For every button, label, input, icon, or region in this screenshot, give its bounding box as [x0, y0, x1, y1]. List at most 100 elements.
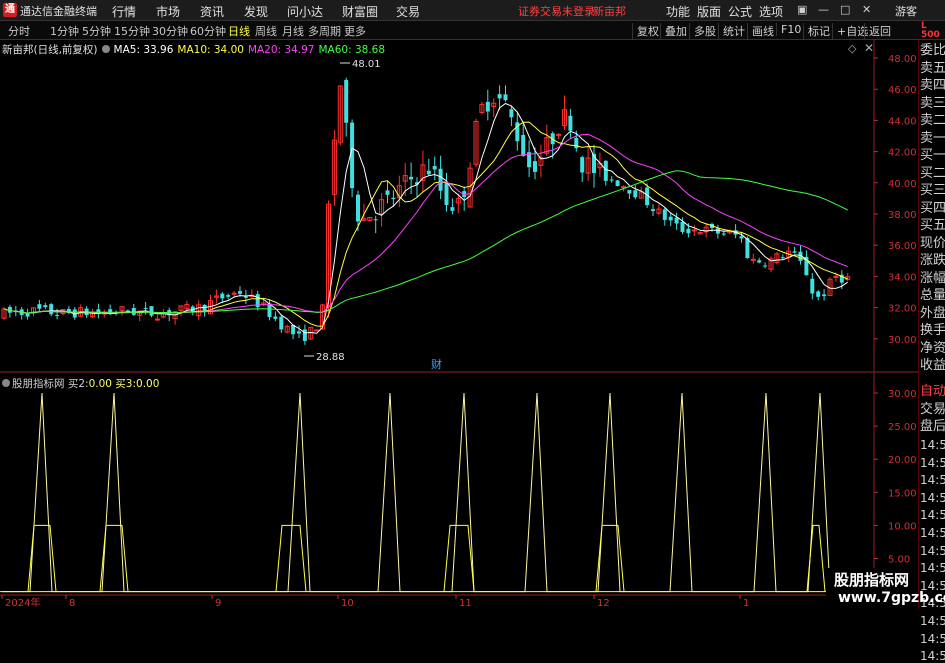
candle-body [763, 265, 768, 267]
quote-label: 买二 [920, 165, 945, 181]
candle-body [521, 134, 526, 157]
candle-body [792, 251, 797, 253]
candle-body [131, 308, 136, 315]
high-label: 48.01 [352, 59, 381, 70]
indicator-spike-line [2, 392, 872, 593]
tick-time: 14:5 [920, 455, 945, 470]
quote-trade-label[interactable]: 交易 [920, 403, 945, 417]
ind-y-tick-label: 30.00 [888, 389, 917, 400]
x-axis-label: 9 [215, 598, 221, 609]
main-y-tick-label: 36.00 [888, 241, 917, 252]
main-y-tick-label: 32.00 [888, 304, 917, 315]
quote-label: 买一 [920, 148, 945, 163]
quote-label: 卖三 [920, 95, 945, 111]
candle-body [7, 306, 12, 313]
main-y-tick-label: 42.00 [888, 148, 917, 159]
x-axis-label: 12 [597, 598, 610, 609]
quote-label: 现价 [920, 235, 945, 251]
candle-body [810, 278, 815, 294]
x-axis-label: 10 [341, 598, 354, 609]
main-y-tick-label: 38.00 [888, 210, 917, 221]
candle-body [485, 101, 490, 112]
candle-body [674, 217, 679, 224]
finance-marker: 财 [431, 357, 442, 371]
candle-body [344, 79, 349, 123]
quote-label: 净资 [920, 340, 945, 356]
indicator-config-icon[interactable] [2, 379, 10, 387]
quote-label: 卖四 [920, 78, 945, 93]
low-label: 28.88 [316, 352, 345, 363]
candle-body [621, 186, 626, 189]
quote-label: 买四 [920, 200, 945, 216]
candle-body [651, 209, 655, 212]
candle-body [143, 307, 148, 309]
candle-body [556, 133, 562, 136]
main-y-tick-label: 40.00 [888, 179, 917, 190]
candle-body [780, 257, 785, 259]
tick-time: 14:5 [920, 526, 945, 540]
candle-body [409, 176, 414, 180]
candle-body [757, 260, 762, 263]
x-axis-label: 11 [459, 598, 472, 609]
candle-body [739, 236, 744, 239]
quote-label: 卖五 [920, 60, 945, 76]
candle-body [609, 179, 614, 181]
quote-after-label[interactable]: 盘后 [920, 420, 945, 434]
tick-time: 14:5 [920, 438, 945, 452]
candle-body [273, 316, 278, 319]
candle-body [633, 190, 638, 198]
candle-body [438, 168, 443, 191]
quote-auto-toggle[interactable]: 自动 [920, 385, 945, 399]
main-y-tick-label: 30.00 [888, 335, 917, 346]
quote-label: 外盘 [920, 305, 945, 321]
quote-label: 涨幅 [920, 270, 945, 286]
candle-body [37, 304, 42, 309]
candle-body [533, 161, 537, 172]
ind-y-tick-label: 20.00 [888, 455, 917, 466]
candle-body [297, 331, 301, 334]
candle-body [385, 190, 390, 195]
chart-canvas[interactable]: 48.01 28.88 财 48.00 46.00 44.00 42.00 40.00 38.… [0, 0, 945, 609]
candle-body [25, 313, 30, 317]
candle-body [149, 306, 154, 316]
ma60-line [3, 170, 848, 314]
candle-body [668, 216, 673, 221]
buy3-label: 买3: [115, 378, 137, 390]
candle-body [603, 160, 608, 181]
candle-body [243, 296, 248, 298]
candle-body [686, 228, 691, 234]
ind-y-tick-label: 5.00 [888, 555, 910, 566]
main-y-tick-label: 48.00 [888, 54, 917, 65]
candle-body [55, 314, 60, 316]
candle-body [49, 304, 54, 315]
watermark-title: 股朋指标网 [834, 571, 910, 589]
indicator-name: 股朋指标网 [12, 378, 65, 390]
candle-body [220, 293, 225, 299]
candle-body [432, 166, 437, 170]
candle-body [302, 329, 307, 341]
x-axis-label: 1 [743, 598, 749, 609]
quote-label: 卖一 [920, 130, 945, 146]
indicator-title: 股朋指标网 买2:0.00 买3:0.00 [2, 376, 159, 391]
candle-body [568, 115, 573, 131]
quote-label: 涨跌 [920, 253, 945, 268]
candle-body [391, 197, 396, 200]
candle-body [279, 316, 284, 330]
candle-body [497, 94, 502, 99]
candle-body [450, 207, 455, 211]
tick-time: 14:5 [920, 508, 945, 523]
ma5-line [3, 102, 848, 334]
candle-body [231, 292, 237, 295]
candle-body [226, 295, 231, 297]
candle-body [509, 109, 514, 118]
indicator-plateau [806, 524, 826, 592]
candle-body [615, 180, 620, 186]
buy2-value: 0.00 [88, 378, 112, 390]
ind-y-tick-label: 25.00 [888, 422, 917, 433]
candle-body [833, 275, 839, 278]
ma20-line [3, 133, 848, 314]
main-y-tick-label: 44.00 [888, 116, 917, 127]
candle-body [822, 294, 827, 297]
buy3-value: 0.00 [136, 378, 160, 390]
tick-time: 14:5 [920, 614, 945, 628]
